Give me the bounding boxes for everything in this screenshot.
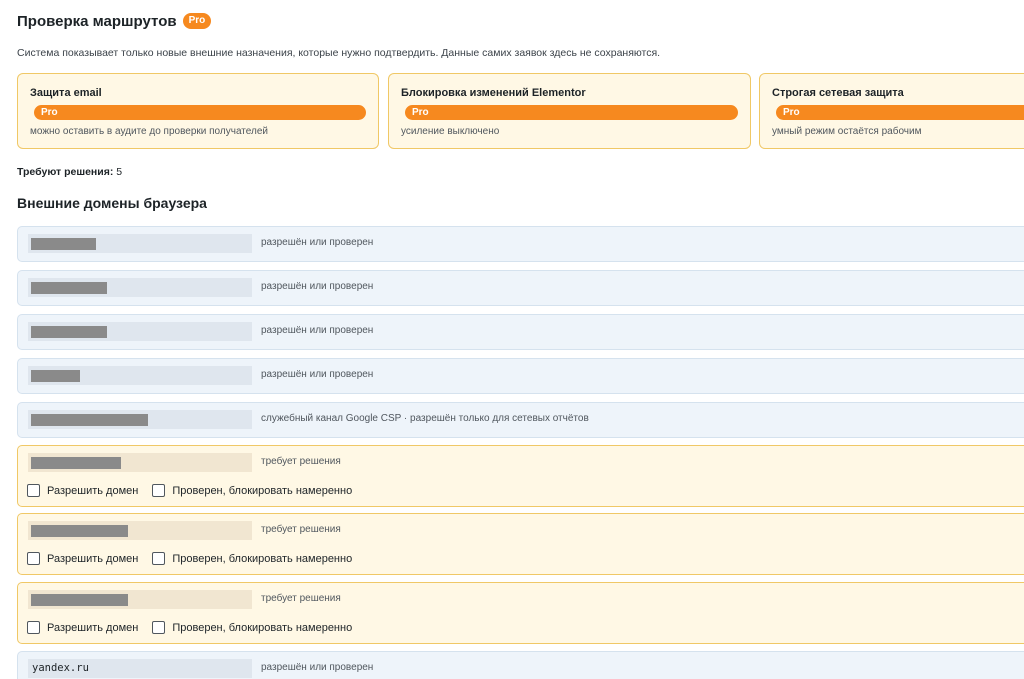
domain-row: разрешён или проверен <box>17 358 1024 394</box>
redacted-domain <box>31 414 148 426</box>
card-title: Строгая сетевая защита <box>772 87 904 99</box>
pro-bar: Pro <box>405 105 738 120</box>
pending-summary: Требуют решения: 5 <box>17 166 122 178</box>
allow-domain-label[interactable]: Разрешить домен <box>47 553 138 565</box>
allow-domain-checkbox[interactable] <box>27 621 40 634</box>
allow-domain-option[interactable]: Разрешить домен <box>27 552 138 565</box>
redacted-domain <box>31 370 80 382</box>
card-title: Защита email <box>30 87 102 99</box>
redacted-domain <box>31 238 96 250</box>
block-domain-label[interactable]: Проверен, блокировать намеренно <box>172 553 352 565</box>
domain-row: разрешён или проверен <box>17 270 1024 306</box>
feature-cards: Защита email Pro можно оставить в аудите… <box>17 73 1024 151</box>
block-domain-checkbox[interactable] <box>152 552 166 565</box>
pro-bar-label: Pro <box>412 107 429 118</box>
domain-name-box <box>28 590 252 609</box>
redacted-domain <box>31 594 128 606</box>
domain-name-box: yandex.ru <box>28 659 252 678</box>
domain-status: разрешён или проверен <box>261 325 374 336</box>
block-domain-option[interactable]: Проверен, блокировать намеренно <box>152 552 352 565</box>
redacted-domain <box>31 282 107 294</box>
summary-label: Требуют решения: <box>17 166 114 178</box>
allow-domain-option[interactable]: Разрешить домен <box>27 621 138 634</box>
domain-row-pending: требует решения Разрешить домен Проверен… <box>17 513 1024 575</box>
card-email-protection: Защита email Pro можно оставить в аудите… <box>17 73 379 149</box>
card-elementor-lock: Блокировка изменений Elementor Pro усиле… <box>388 73 751 149</box>
pro-bar: Pro <box>34 105 366 120</box>
pro-bar: Pro <box>776 105 1024 120</box>
redacted-domain <box>31 525 128 537</box>
section-title: Внешние домены браузера <box>17 195 207 211</box>
domain-name-box <box>28 234 252 253</box>
allow-domain-label[interactable]: Разрешить домен <box>47 485 138 497</box>
pro-bar-label: Pro <box>783 107 800 118</box>
domain-status: требует решения <box>261 456 341 467</box>
domain-actions: Разрешить домен Проверен, блокировать на… <box>27 552 366 565</box>
domain-status: разрешён или проверен <box>261 369 374 380</box>
card-note: можно оставить в аудите до проверки полу… <box>30 126 268 137</box>
card-title: Блокировка изменений Elementor <box>401 87 586 99</box>
domain-actions: Разрешить домен Проверен, блокировать на… <box>27 484 366 497</box>
domain-row: служебный канал Google CSP · разрешён то… <box>17 402 1024 438</box>
allow-domain-option[interactable]: Разрешить домен <box>27 484 138 497</box>
domain-name-box <box>28 410 252 429</box>
domain-status: разрешён или проверен <box>261 281 374 292</box>
page-description: Система показывает только новые внешние … <box>17 47 661 59</box>
domain-name-box <box>28 278 252 297</box>
domain-name-box <box>28 322 252 341</box>
redacted-domain <box>31 326 107 338</box>
domain-name-box <box>28 521 252 540</box>
card-note: умный режим остаётся рабочим <box>772 126 922 137</box>
domain-row: yandex.ru разрешён или проверен <box>17 651 1024 679</box>
card-strict-network: Строгая сетевая защита Pro умный режим о… <box>759 73 1024 149</box>
domain-actions: Разрешить домен Проверен, блокировать на… <box>27 621 366 634</box>
domain-status: разрешён или проверен <box>261 237 374 248</box>
domain-row-pending: требует решения Разрешить домен Проверен… <box>17 582 1024 644</box>
domain-row: разрешён или проверен <box>17 226 1024 262</box>
block-domain-option[interactable]: Проверен, блокировать намеренно <box>152 621 352 634</box>
block-domain-option[interactable]: Проверен, блокировать намеренно <box>152 484 352 497</box>
route-check-page: Проверка маршрутов Pro Система показывае… <box>0 0 1024 679</box>
block-domain-checkbox[interactable] <box>152 484 166 497</box>
domain-row: разрешён или проверен <box>17 314 1024 350</box>
domain-status: требует решения <box>261 593 341 604</box>
domain-name-box <box>28 366 252 385</box>
block-domain-label[interactable]: Проверен, блокировать намеренно <box>172 622 352 634</box>
page-header: Проверка маршрутов Pro <box>17 10 212 32</box>
pro-bar-label: Pro <box>41 107 58 118</box>
block-domain-label[interactable]: Проверен, блокировать намеренно <box>172 485 352 497</box>
domain-row-pending: требует решения Разрешить домен Проверен… <box>17 445 1024 507</box>
domain-name: yandex.ru <box>32 662 89 674</box>
allow-domain-checkbox[interactable] <box>27 552 40 565</box>
page-title: Проверка маршрутов <box>17 12 177 30</box>
pro-badge: Pro <box>182 13 212 29</box>
allow-domain-label[interactable]: Разрешить домен <box>47 622 138 634</box>
redacted-domain <box>31 457 121 469</box>
domain-status: разрешён или проверен <box>261 662 374 673</box>
domain-status: служебный канал Google CSP · разрешён то… <box>261 413 589 424</box>
card-note: усиление выключено <box>401 126 500 137</box>
domain-name-box <box>28 453 252 472</box>
allow-domain-checkbox[interactable] <box>27 484 40 497</box>
block-domain-checkbox[interactable] <box>152 621 166 634</box>
domain-status: требует решения <box>261 524 341 535</box>
summary-count: 5 <box>116 166 123 178</box>
